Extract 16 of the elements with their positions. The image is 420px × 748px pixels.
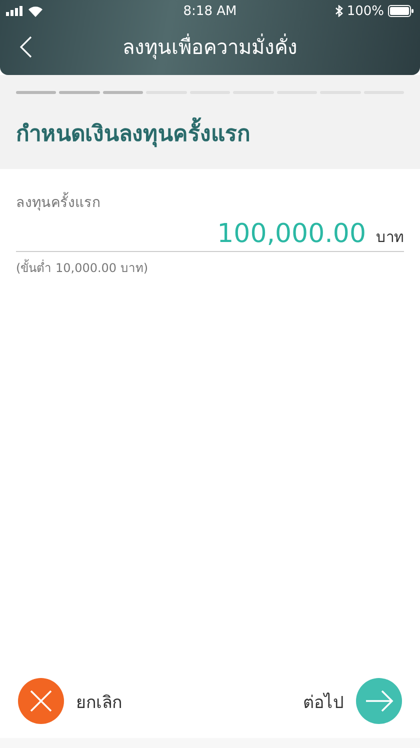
next-icon[interactable]: [356, 678, 402, 724]
status-time: 8:18 AM: [183, 4, 237, 18]
cancel-label[interactable]: ยกเลิก: [76, 688, 122, 714]
bluetooth-icon: [334, 5, 343, 17]
signal-icon: [6, 6, 24, 16]
cancel-icon[interactable]: [18, 678, 64, 724]
minimum-hint: (ขั้นต่ำ 10,000.00 บาท): [16, 258, 150, 277]
back-icon[interactable]: [20, 36, 32, 58]
next-label[interactable]: ต่อไป: [303, 688, 344, 714]
battery-percent: 100%: [346, 4, 384, 18]
wifi-icon: [28, 6, 43, 16]
amount-field[interactable]: 100,000.00 บาท: [16, 213, 404, 252]
page-title: ลงทุนเพื่อความมั่งคั่ง: [122, 32, 298, 62]
section-title: กำหนดเงินลงทุนครั้งแรก: [16, 116, 404, 151]
field-label: ลงทุนครั้งแรก: [16, 191, 404, 213]
battery-icon: [388, 5, 414, 17]
